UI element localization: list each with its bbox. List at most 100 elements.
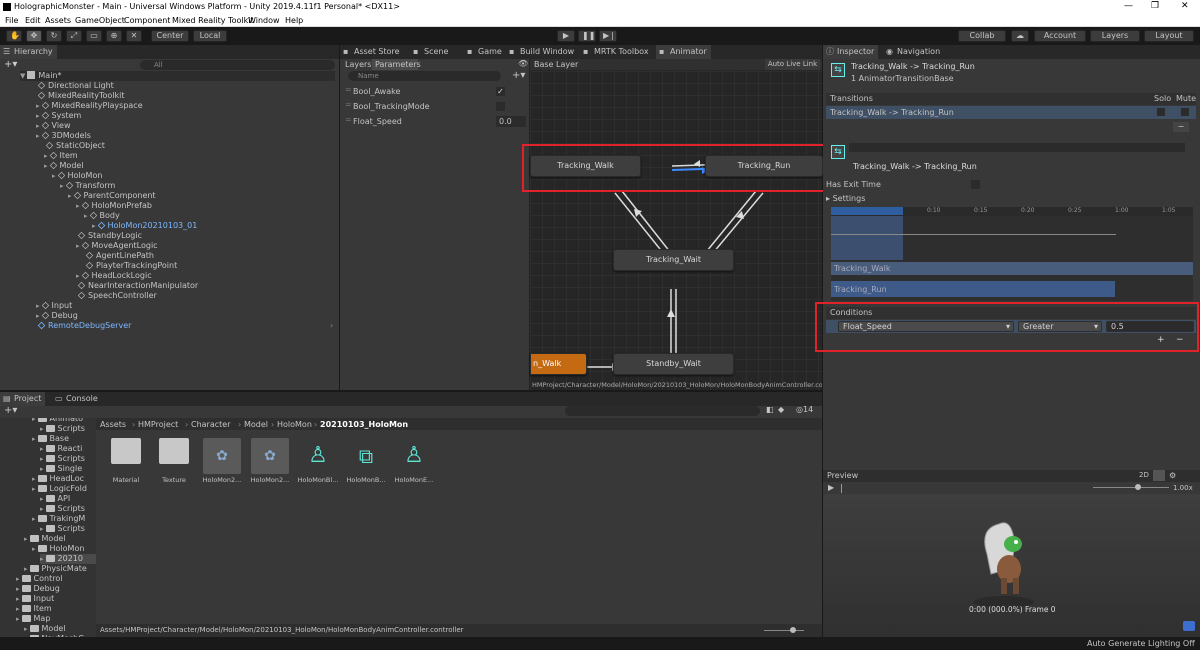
hierarchy-item[interactable]: ▸ HoloMonPrefab [76,201,152,211]
tab-project[interactable]: ▤ Project [0,392,46,406]
hierarchy-item[interactable]: ▸ Input [36,301,72,311]
hierarchy-item[interactable]: ▸ Transform [60,181,115,191]
project-folder[interactable]: ▸ Input [16,594,54,604]
project-search-input[interactable] [565,406,760,416]
step-button[interactable]: ▶❘ [599,30,617,42]
tab-asset-store[interactable]: ▪ Asset Store [340,45,404,59]
icon-size-handle[interactable] [790,627,796,633]
create-asset-icon[interactable]: +▾ [4,405,17,416]
preview-viewport[interactable]: 0:00 (000.0%) Frame 0 [823,494,1200,637]
expand-arrow-icon[interactable]: ▸ [40,525,44,533]
parameter-row[interactable]: = Bool_Awake ✓ [343,85,527,98]
expand-arrow-icon[interactable]: ▸ [76,242,80,250]
expand-arrow-icon[interactable]: ▸ [32,515,36,523]
expand-arrow-icon[interactable]: ▸ [32,475,36,483]
menu-component[interactable]: Component [124,16,170,25]
tab-console[interactable]: ▭ Console [52,392,102,406]
has-exit-time-checkbox[interactable] [971,180,980,189]
preview-info-icon[interactable] [1183,621,1195,631]
hierarchy-item[interactable]: ▸ Debug [36,311,78,321]
transition-name-field[interactable] [849,143,1185,152]
parameter-checkbox[interactable] [496,102,505,111]
solo-checkbox[interactable] [1157,108,1165,116]
expand-arrow-icon[interactable]: ▸ [76,272,80,280]
layers-dropdown[interactable]: Layers [1090,30,1140,42]
preview-play-button[interactable]: ▶ [828,483,834,492]
hidden-packages-icon[interactable]: ◎14 [796,405,813,414]
asset-avatar[interactable]: ♙ HoloMonE... [390,438,438,484]
expand-arrow-icon[interactable]: ▸ [36,132,40,140]
menu-edit[interactable]: Edit [25,16,41,25]
project-folder[interactable]: ▸ HeadLoc [32,474,84,484]
layout-dropdown[interactable]: Layout [1144,30,1194,42]
expand-arrow-icon[interactable]: ▸ [16,605,20,613]
breadcrumb-item[interactable]: Assets [100,420,126,429]
tab-animator[interactable]: ▪ Animator [656,45,711,59]
expand-arrow-icon[interactable]: ▸ [40,445,44,453]
state-tracking-wait[interactable]: Tracking_Wait [613,249,734,271]
hierarchy-search-input[interactable]: All [140,60,335,70]
project-folder[interactable]: ▸ TrakingM [32,514,85,524]
project-folder[interactable]: ▸ HoloMon [32,544,84,554]
project-folder[interactable]: ▸ Debug [16,584,60,594]
project-folder[interactable]: ▸ Base [32,434,69,444]
expand-arrow-icon[interactable]: ▸ [52,172,56,180]
tab-parameters[interactable]: Parameters [372,59,421,70]
expand-arrow-icon[interactable]: ▸ [40,505,44,513]
remove-transition-button[interactable]: − [1173,122,1189,132]
breadcrumb-item[interactable]: HoloMon [277,420,312,429]
tab-mrtk-toolbox[interactable]: ▪ MRTK Toolbox [580,45,653,59]
maximize-button[interactable]: ❐ [1151,1,1159,11]
hierarchy-item[interactable]: ▸ HoloMon20210103_01 [92,221,197,231]
expand-arrow-icon[interactable]: ▸ [24,625,28,633]
cloud-icon[interactable]: ☁ [1011,30,1029,42]
transform-tool-icon[interactable]: ⊕ [106,30,122,42]
project-folder[interactable]: ▸ Map [16,614,50,624]
tab-build-window[interactable]: ▪ Build Window [506,45,578,59]
expand-arrow-icon[interactable]: ▸ [36,102,40,110]
hierarchy-item[interactable]: ▸ 3DModels [36,131,91,141]
project-folder[interactable]: ▸ Control [16,574,62,584]
tab-layers[interactable]: Layers [343,59,371,70]
expand-arrow-icon[interactable]: ▸ [40,555,44,563]
hierarchy-item[interactable]: StandbyLogic [76,231,142,241]
hierarchy-item[interactable]: ▸ HeadLockLogic [76,271,152,281]
settings-foldout[interactable]: ▸ Settings [826,194,865,203]
breadcrumb-item[interactable]: Model [244,420,268,429]
minimize-button[interactable]: — [1124,1,1133,11]
animator-graph[interactable]: Base Layer Auto Live Link Tracking_Walk … [530,59,823,390]
project-folder[interactable]: ▸ LogicFold [32,484,87,494]
expand-arrow-icon[interactable]: ▸ [68,192,72,200]
pivot-center-button[interactable]: Center [151,30,189,42]
expand-arrow-icon[interactable]: ▸ [32,435,36,443]
expand-arrow-icon[interactable]: ▸ [44,162,48,170]
menu-help[interactable]: Help [285,16,303,25]
pivot-local-button[interactable]: Local [193,30,227,42]
asset-controller[interactable]: ⧉ HoloMonB... [342,438,390,484]
project-folder[interactable]: ▸ Model [24,624,66,634]
speed-slider-handle[interactable] [1135,484,1141,490]
hierarchy-item[interactable]: ▸ MoveAgentLogic [76,241,158,251]
hierarchy-item[interactable]: StaticObject [44,141,105,151]
expand-arrow-icon[interactable]: ▸ [16,575,20,583]
pause-button[interactable]: ❚❚ [578,30,596,42]
hierarchy-item[interactable]: RemoteDebugServer [36,321,131,331]
state-default-walk[interactable]: n_Walk [530,353,587,375]
move-tool-icon[interactable]: ✥ [26,30,42,42]
menu-gameobject[interactable]: GameObject [75,16,125,25]
hierarchy-item[interactable]: MixedRealityToolkit [36,91,124,101]
expand-arrow-icon[interactable]: ▸ [36,122,40,130]
close-button[interactable]: ✕ [1181,1,1189,11]
parameter-row[interactable]: = Float_Speed 0.0 [343,115,527,128]
speed-slider[interactable] [1093,487,1169,488]
expand-arrow-icon[interactable]: ▸ [40,455,44,463]
custom-tool-icon[interactable]: ✕ [126,30,142,42]
menu-window[interactable]: Window [248,16,280,25]
hierarchy-item[interactable]: NearInteractionManipulator [76,281,198,291]
parameter-checkbox[interactable]: ✓ [496,87,505,96]
project-folder[interactable]: ▸ Scripts [40,524,85,534]
expand-arrow-icon[interactable]: ▸ [32,485,36,493]
state-standby-wait[interactable]: Standby_Wait [613,353,734,375]
icon-size-slider[interactable] [764,630,804,631]
transition-row[interactable]: Tracking_Walk -> Tracking_Run [826,106,1196,119]
